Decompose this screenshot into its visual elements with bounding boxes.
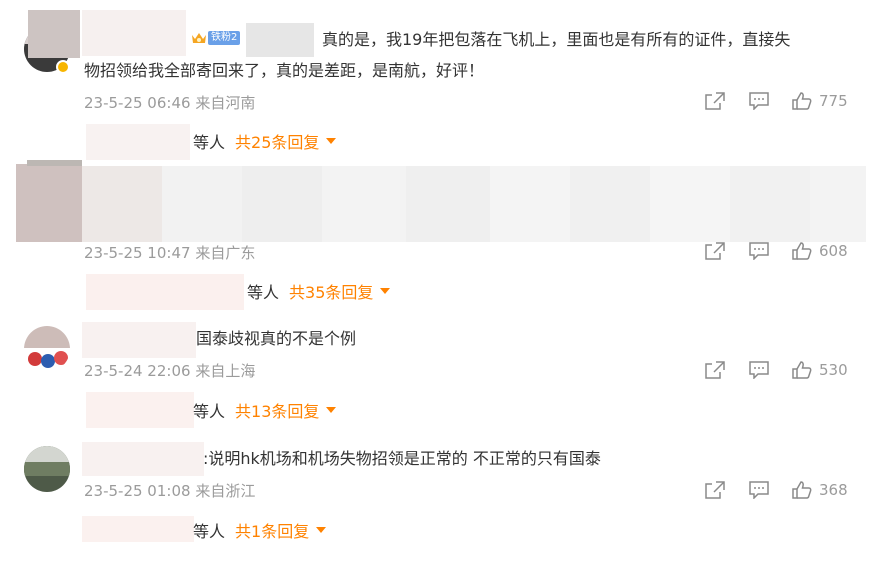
comment-text: 物招领给我全部寄回来了，真的是差距，是南航，好评！ [84,61,485,80]
replies-who: 等人 [247,283,280,302]
like-count: 530 [819,361,848,379]
comment-redacted [16,164,82,242]
fan-level: 铁粉2 [208,31,241,45]
comment-actions: 608 [704,241,848,261]
replies-count[interactable]: 共25条回复 [235,129,319,153]
comment-meta: 23-5-25 10:47 来自广东 [84,242,255,263]
username[interactable] [82,322,196,358]
reply-avatars[interactable] [82,516,194,542]
replies-summary[interactable]: 等人 共35条回复 [247,279,391,303]
timestamp: 23-5-25 10:47 [84,244,191,262]
reply-avatars[interactable] [86,124,190,160]
crown-icon [192,33,206,43]
share-icon[interactable] [704,480,726,500]
timestamp: 23-5-25 06:46 [84,94,191,112]
location: 来自广东 [195,244,256,262]
avatar[interactable] [24,326,70,372]
comment-item: :说明hk机场和机场失物招领是正常的 不正常的只有国泰 23-5-25 01:0… [0,430,880,563]
verified-badge-icon [56,60,70,74]
comment-redacted [810,166,866,242]
replies-count[interactable]: 共13条回复 [235,398,319,422]
location: 来自上海 [195,362,256,380]
share-icon[interactable] [704,360,726,380]
comment-icon[interactable] [748,480,770,500]
chevron-down-icon[interactable] [326,407,337,413]
like-icon[interactable] [791,91,813,111]
comment-icon[interactable] [748,91,770,111]
comment-actions: 530 [704,360,848,380]
comment-text: :说明hk机场和机场失物招领是正常的 不正常的只有国泰 [203,449,601,468]
like-count: 775 [819,92,848,110]
like-icon[interactable] [791,360,813,380]
replies-who: 等人 [193,402,226,421]
like-icon[interactable] [791,241,813,261]
chevron-down-icon[interactable] [316,527,327,533]
comment-item: 国泰歧视真的不是个例 23-5-24 22:06 来自上海 530 等人 共13… [0,310,880,430]
comment-redacted [162,166,242,242]
fan-badge[interactable]: 铁粉2 [191,31,241,45]
comment-text: 真的是，我19年把包落在飞机上，里面也是有所有的证件，直接失 [322,30,791,49]
replies-summary[interactable]: 等人 共25条回复 [193,129,337,153]
comment-actions: 775 [704,91,848,111]
comment-redacted [242,166,322,242]
chevron-down-icon[interactable] [326,138,337,144]
comment-item: 铁粉2 真的是，我19年把包落在飞机上，里面也是有所有的证件，直接失 物招领给我… [0,0,880,160]
comment-redacted [650,166,730,242]
timestamp: 23-5-25 01:08 [84,482,191,500]
comment-icon[interactable] [748,241,770,261]
comment-icon[interactable] [748,360,770,380]
replies-who: 等人 [193,133,226,152]
comment-meta: 23-5-25 01:08 来自浙江 [84,480,255,501]
replies-summary[interactable]: 等人 共13条回复 [193,398,337,422]
like-icon[interactable] [791,480,813,500]
location: 来自浙江 [195,482,256,500]
chevron-down-icon[interactable] [380,288,391,294]
like-count: 608 [819,242,848,260]
location: 来自河南 [195,94,256,112]
username[interactable] [82,442,204,476]
mentioned-user[interactable] [246,23,314,57]
like-count: 368 [819,481,848,499]
comment-redacted [490,166,570,242]
username[interactable] [82,10,186,56]
comment-actions: 368 [704,480,848,500]
avatar[interactable] [24,446,70,492]
comment-redacted [406,166,490,242]
share-icon[interactable] [704,91,726,111]
username[interactable] [28,10,80,58]
comment-item: 23-5-25 10:47 来自广东 608 等人 共35条回复 [0,160,880,310]
comment-redacted [27,160,82,166]
replies-count[interactable]: 共35条回复 [289,279,373,303]
replies-who: 等人 [193,522,226,541]
comment-meta: 23-5-25 06:46 来自河南 [84,92,255,113]
share-icon[interactable] [704,241,726,261]
replies-summary[interactable]: 等人 共1条回复 [193,518,327,542]
reply-avatars[interactable] [86,274,244,310]
comment-redacted [730,166,810,242]
comment-redacted [82,166,162,242]
replies-count[interactable]: 共1条回复 [235,518,309,542]
reply-avatars[interactable] [86,392,194,428]
comment-text: 国泰歧视真的不是个例 [196,329,357,348]
comment-meta: 23-5-24 22:06 来自上海 [84,360,255,381]
timestamp: 23-5-24 22:06 [84,362,191,380]
comment-redacted [570,166,650,242]
comment-redacted [322,166,406,242]
